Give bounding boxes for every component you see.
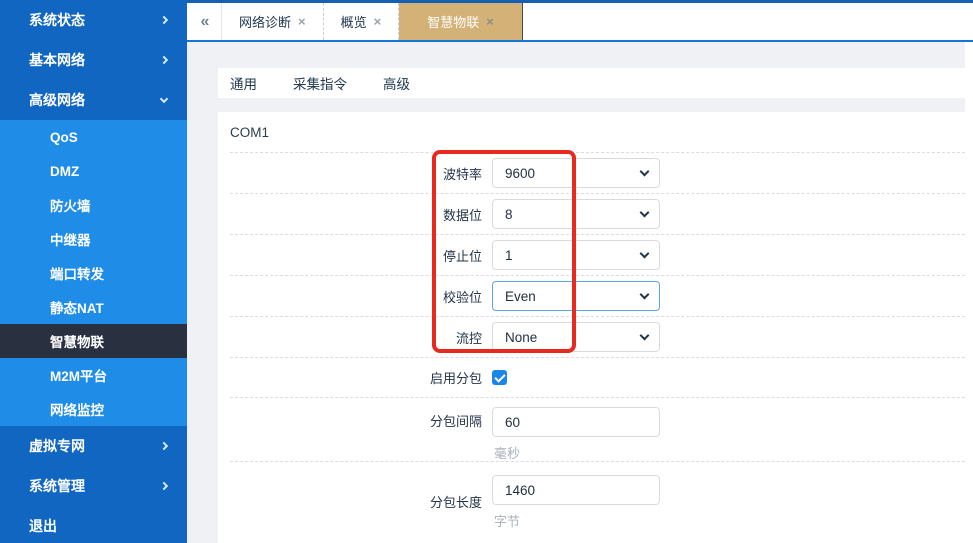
- sub-item-label: DMZ: [50, 164, 79, 179]
- close-icon[interactable]: ×: [298, 14, 306, 29]
- tab-collect-commands[interactable]: 采集指令: [293, 73, 347, 93]
- field-label: 校验位: [230, 287, 482, 306]
- form-row-packet-interval: 分包间隔 毫秒: [230, 398, 965, 462]
- sidebar-item-system-status[interactable]: 系统状态: [0, 0, 187, 40]
- sub-item-label: 防火墙: [50, 195, 91, 215]
- data-bits-select[interactable]: 8: [492, 199, 660, 229]
- sidebar-item-system-management[interactable]: 系统管理: [0, 466, 187, 506]
- form-row-enable-packet: 启用分包: [230, 358, 965, 398]
- chevron-down-icon: [160, 94, 168, 102]
- tab-label: 概览: [341, 12, 367, 31]
- sidebar-item-firewall[interactable]: 防火墙: [0, 188, 187, 222]
- stop-bits-select[interactable]: 1: [492, 240, 660, 270]
- sidebar-item-logout[interactable]: 退出: [0, 506, 187, 543]
- unit-label: 毫秒: [492, 443, 660, 462]
- sidebar-item-label: 退出: [29, 516, 57, 536]
- document-tabbar: « 网络诊断 × 概览 × 智慧物联 ×: [187, 3, 973, 40]
- flow-control-select[interactable]: None: [492, 322, 660, 352]
- select-value: 1: [505, 248, 513, 263]
- sidebar-item-dmz[interactable]: DMZ: [0, 154, 187, 188]
- unit-label: 字节: [492, 511, 660, 530]
- packet-interval-input[interactable]: [492, 407, 660, 437]
- form-row-packet-length: 分包长度 字节: [230, 462, 965, 543]
- parity-select[interactable]: Even: [492, 281, 660, 311]
- sub-item-label: 中继器: [50, 229, 91, 249]
- advanced-network-submenu: QoS DMZ 防火墙 中继器 端口转发 静态NAT 智慧物联 M2M平台: [0, 120, 187, 426]
- sidebar-item-advanced-network[interactable]: 高级网络: [0, 80, 187, 120]
- tab-label: 网络诊断: [239, 12, 291, 31]
- sidebar-item-label: 系统状态: [29, 10, 85, 30]
- form-row-baud-rate: 波特率 9600: [230, 153, 965, 194]
- sub-item-label: QoS: [50, 130, 78, 145]
- form-row-flow-control: 流控 None: [230, 317, 965, 358]
- form-row-stop-bits: 停止位 1: [230, 235, 965, 276]
- field-label: 启用分包: [230, 368, 482, 387]
- app-window: 系统状态 基本网络 高级网络 QoS DMZ 防火墙 中继器 端口: [0, 0, 973, 543]
- sidebar-item-label: 基本网络: [29, 50, 85, 70]
- form-row-parity: 校验位 Even: [230, 276, 965, 317]
- sidebar-item-port-forwarding[interactable]: 端口转发: [0, 256, 187, 290]
- chevron-down-icon: [640, 167, 650, 177]
- chevron-down-icon: [640, 208, 650, 218]
- tab-smart-iot[interactable]: 智慧物联 ×: [399, 3, 523, 40]
- select-value: 9600: [505, 166, 535, 181]
- field-label: 波特率: [230, 164, 482, 183]
- sub-item-label: M2M平台: [50, 365, 107, 385]
- main-area: « 网络诊断 × 概览 × 智慧物联 × 通用 采集指令 高级: [187, 0, 973, 543]
- tab-advanced[interactable]: 高级: [383, 73, 410, 93]
- sub-item-label: 静态NAT: [50, 297, 104, 317]
- chevron-down-icon: [640, 290, 650, 300]
- sub-item-label: 网络监控: [50, 399, 104, 419]
- com1-settings-panel: COM1 波特率 9600 数据位 8: [218, 112, 965, 543]
- sidebar-item-network-monitor[interactable]: 网络监控: [0, 392, 187, 426]
- tab-overview[interactable]: 概览 ×: [324, 3, 400, 40]
- baud-rate-select[interactable]: 9600: [492, 158, 660, 188]
- tab-general[interactable]: 通用: [230, 73, 257, 93]
- sidebar-item-qos[interactable]: QoS: [0, 120, 187, 154]
- sidebar-item-static-nat[interactable]: 静态NAT: [0, 290, 187, 324]
- field-label: 数据位: [230, 205, 482, 224]
- section-title: COM1: [230, 112, 965, 153]
- field-label: 分包间隔: [230, 407, 482, 437]
- close-icon[interactable]: ×: [486, 14, 494, 29]
- field-label: 分包长度: [230, 488, 482, 518]
- chevron-right-icon: [160, 482, 168, 490]
- sidebar-item-label: 虚拟专网: [29, 436, 85, 456]
- select-value: Even: [505, 289, 536, 304]
- chevron-right-icon: [160, 16, 168, 24]
- field-label: 停止位: [230, 246, 482, 265]
- field-label: 流控: [230, 328, 482, 347]
- sub-item-label: 智慧物联: [50, 331, 104, 351]
- sidebar-item-label: 高级网络: [29, 90, 85, 110]
- sidebar-item-repeater[interactable]: 中继器: [0, 222, 187, 256]
- sub-item-label: 端口转发: [50, 263, 104, 283]
- sidebar: 系统状态 基本网络 高级网络 QoS DMZ 防火墙 中继器 端口: [0, 0, 187, 543]
- tab-network-diagnosis[interactable]: 网络诊断 ×: [222, 3, 324, 40]
- tab-label: 智慧物联: [427, 12, 479, 31]
- enable-packet-checkbox[interactable]: [492, 370, 507, 385]
- select-value: 8: [505, 207, 513, 222]
- packet-length-input[interactable]: [492, 475, 660, 505]
- sidebar-item-basic-network[interactable]: 基本网络: [0, 40, 187, 80]
- sidebar-item-vpn[interactable]: 虚拟专网: [0, 426, 187, 466]
- chevron-right-icon: [160, 56, 168, 64]
- content-area: 通用 采集指令 高级 COM1 波特率 9600: [187, 42, 973, 543]
- settings-tabs: 通用 采集指令 高级: [218, 68, 965, 98]
- close-icon[interactable]: ×: [374, 14, 382, 29]
- chevron-right-icon: [160, 442, 168, 450]
- chevron-down-icon: [640, 331, 650, 341]
- select-value: None: [505, 330, 537, 345]
- sidebar-item-label: 系统管理: [29, 476, 85, 496]
- form-row-data-bits: 数据位 8: [230, 194, 965, 235]
- collapse-tabs-icon[interactable]: «: [187, 3, 222, 40]
- sidebar-item-m2m-platform[interactable]: M2M平台: [0, 358, 187, 392]
- sidebar-item-smart-iot[interactable]: 智慧物联: [0, 324, 187, 358]
- chevron-down-icon: [640, 249, 650, 259]
